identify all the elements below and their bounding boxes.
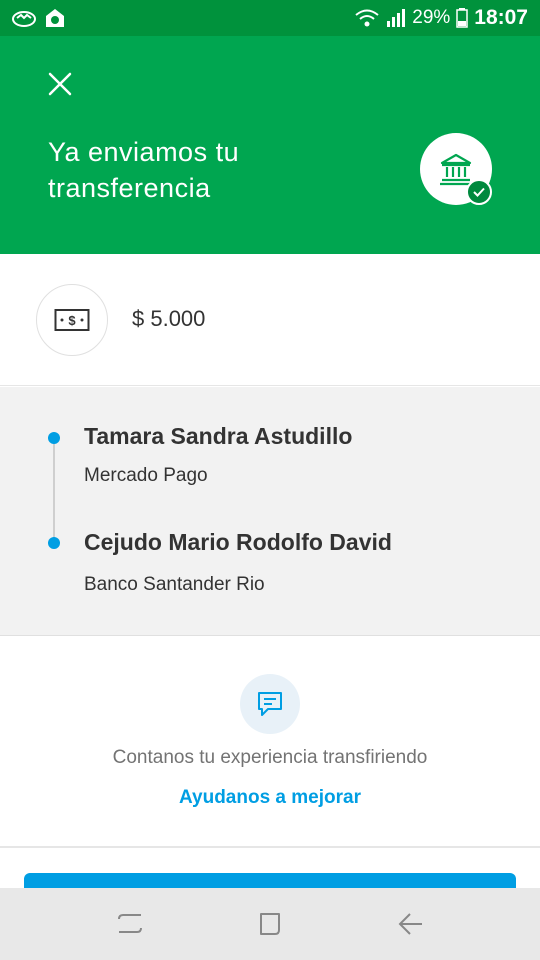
status-notifications [12,7,66,29]
close-button[interactable] [42,66,78,102]
recipient-name: Cejudo Mario Rodolfo David [84,529,392,555]
money-badge: $ [36,284,108,356]
svg-text:$: $ [68,313,76,328]
status-bar: 29% 18:07 [0,0,540,36]
money-bill-icon: $ [54,309,90,331]
destination-dot [48,537,60,549]
back-icon [398,913,422,935]
system-nav-bar [0,888,540,960]
chat-message-icon [258,692,282,716]
sender-bank: Mercado Pago [84,465,208,486]
sender-name: Tamara Sandra Astudillo [84,423,353,449]
signal-icon [387,9,406,27]
home-icon [260,913,280,935]
home-button[interactable] [240,899,300,949]
mercado-app-icon [12,11,36,27]
feedback-section: Contanos tu experiencia transfiriendo Ay… [0,637,540,848]
transfer-amount: $ 5.000 [132,306,206,331]
notification-app-icon [46,9,64,27]
check-icon [473,187,485,197]
check-badge [466,179,492,205]
back-button[interactable] [380,899,440,949]
success-header: Ya enviamos tu transferencia [0,36,540,254]
battery-percent: 29% [412,7,451,28]
status-system: 29% 18:07 [354,6,528,30]
close-icon [48,72,72,96]
clock: 18:07 [474,6,528,29]
recipient-bank: Banco Santander Rio [84,574,265,595]
battery-icon [456,8,469,28]
wifi-icon [355,9,379,27]
feedback-badge [240,674,300,734]
amount-row: $ $ 5.000 [0,254,540,386]
feedback-prompt: Contanos tu experiencia transfiriendo [112,747,428,768]
recent-apps-button[interactable] [100,899,160,949]
recent-apps-icon [118,914,142,933]
origin-dot [48,432,60,444]
page-title: Ya enviamos tu transferencia [48,137,240,203]
feedback-link[interactable]: Ayudanos a mejorar [0,787,540,809]
transfer-route: Tamara Sandra Astudillo Mercado Pago Cej… [0,387,540,636]
bank-icon [440,153,472,186]
route-line [53,439,55,545]
